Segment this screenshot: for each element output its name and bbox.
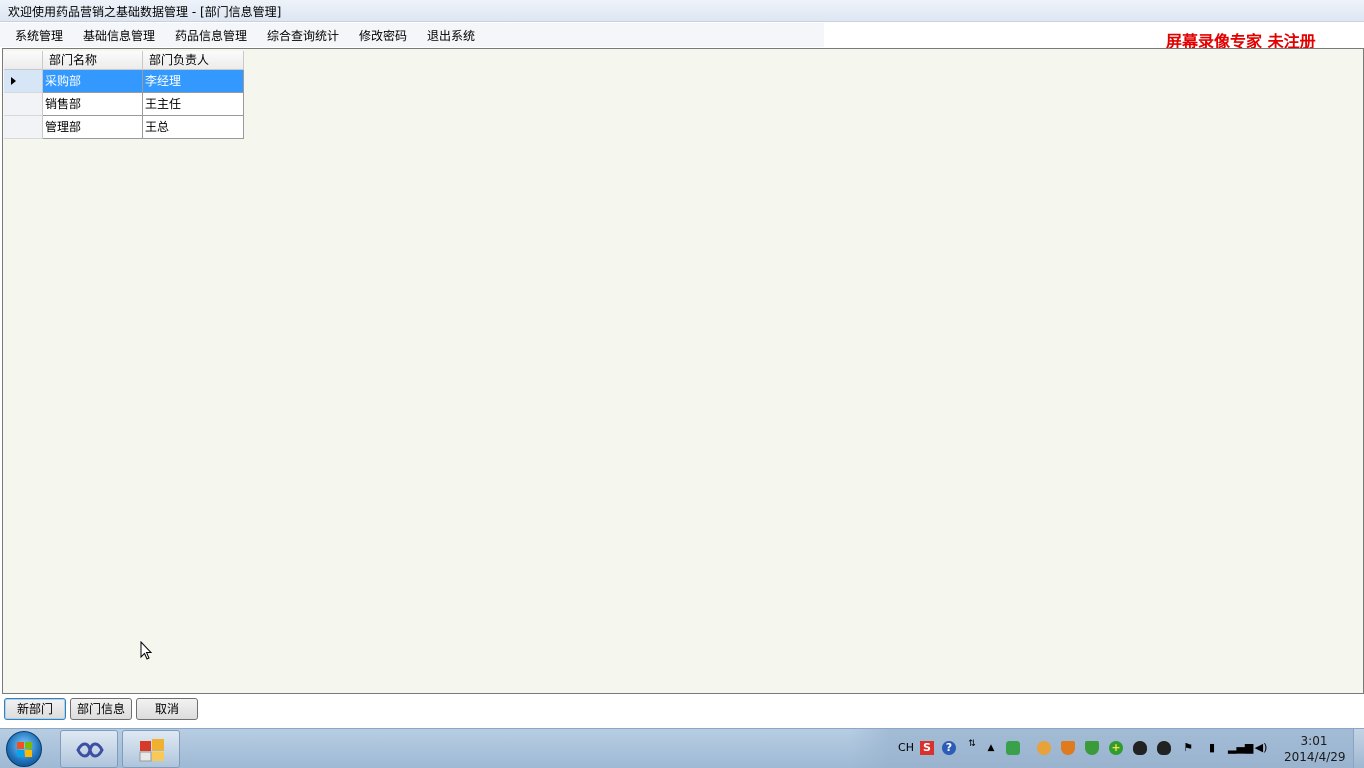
dept-info-button[interactable]: 部门信息 (70, 698, 132, 720)
show-desktop-button[interactable] (1353, 729, 1364, 768)
column-header-dept-manager[interactable]: 部门负责人 (143, 51, 244, 70)
show-hidden-icons[interactable]: ▲ (984, 741, 998, 755)
cell-dept-manager-1[interactable]: 李经理 (143, 70, 244, 93)
taskbar: CH S ? ⇅ ▲ + ⚑ ▮ ▂▄▆ ◀) 3:01 2014/4/29 (0, 728, 1364, 768)
cell-dept-name-3[interactable]: 管理部 (43, 116, 143, 139)
taskbar-visual-studio[interactable] (60, 730, 118, 768)
qq-icon[interactable] (1133, 741, 1147, 755)
help-icon[interactable]: ? (942, 741, 956, 755)
cell-dept-name-1[interactable]: 采购部 (43, 70, 143, 93)
cell-dept-manager-2[interactable]: 王主任 (143, 93, 244, 116)
shield-icon[interactable] (1061, 741, 1075, 755)
network-monitor-icon[interactable] (1006, 741, 1020, 755)
security-shield-icon[interactable] (1085, 741, 1099, 755)
department-grid[interactable]: 部门名称 部门负责人 采购部 李经理 销售部 王主任 管理部 王总 (4, 51, 244, 139)
current-row-arrow-icon (11, 77, 16, 85)
title-bar: 欢迎使用药品营销之基础数据管理 - [部门信息管理] (0, 0, 1364, 22)
ime-toggle-icon[interactable]: ⇅ (965, 737, 979, 751)
clock-time: 3:01 (1300, 734, 1328, 748)
grid-corner-header (4, 51, 43, 70)
action-center-flag-icon[interactable]: ⚑ (1181, 741, 1195, 755)
row-header-2[interactable] (4, 93, 43, 116)
row-header-1[interactable] (4, 70, 43, 93)
column-header-dept-name[interactable]: 部门名称 (43, 51, 143, 70)
screen: 欢迎使用药品营销之基础数据管理 - [部门信息管理] 系统管理 基础信息管理 药… (0, 0, 1364, 768)
cell-dept-manager-3[interactable]: 王总 (143, 116, 244, 139)
taskbar-app-window[interactable] (122, 730, 180, 768)
cell-dept-name-2[interactable]: 销售部 (43, 93, 143, 116)
clock[interactable]: 3:01 2014/4/29 (1284, 733, 1346, 765)
start-orb-icon[interactable] (6, 731, 42, 767)
main-panel (2, 48, 1364, 694)
qq-icon-2[interactable] (1157, 741, 1171, 755)
row-header-3[interactable] (4, 116, 43, 139)
sogou-s-icon[interactable]: S (920, 741, 934, 755)
menu-query-stats[interactable]: 综合查询统计 (267, 27, 339, 44)
menu-system[interactable]: 系统管理 (15, 27, 63, 44)
plus-icon[interactable]: + (1109, 741, 1123, 755)
cancel-button[interactable]: 取消 (136, 698, 198, 720)
menu-change-password[interactable]: 修改密码 (359, 27, 407, 44)
menu-basic-info[interactable]: 基础信息管理 (83, 27, 155, 44)
button-bar: 新部门 部门信息 取消 (0, 694, 1364, 726)
signal-icon[interactable]: ▂▄▆ (1228, 741, 1253, 755)
menu-drug-info[interactable]: 药品信息管理 (175, 27, 247, 44)
app-window-icon (139, 739, 164, 762)
clock-date: 2014/4/29 (1284, 750, 1346, 764)
tiger-icon[interactable] (1037, 741, 1051, 755)
new-dept-button[interactable]: 新部门 (4, 698, 66, 720)
input-language[interactable]: CH (897, 741, 915, 755)
volume-icon[interactable]: ◀) (1254, 741, 1268, 755)
power-icon[interactable]: ▮ (1205, 741, 1219, 755)
visual-studio-icon (76, 742, 104, 758)
menu-bar: 系统管理 基础信息管理 药品信息管理 综合查询统计 修改密码 退出系统 (0, 23, 824, 47)
window-title: 欢迎使用药品营销之基础数据管理 - [部门信息管理] (8, 5, 282, 19)
menu-exit[interactable]: 退出系统 (427, 27, 475, 44)
windows-flag-icon (17, 742, 33, 758)
mouse-cursor-icon (140, 641, 153, 660)
